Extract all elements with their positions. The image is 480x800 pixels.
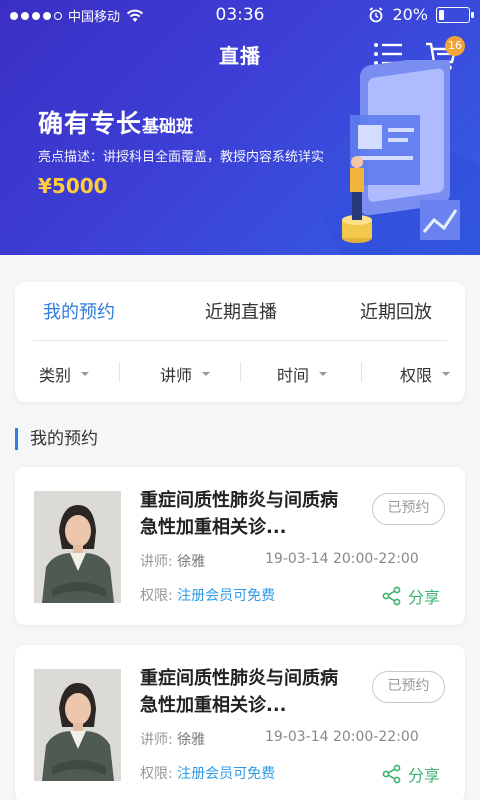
permission-value: 注册会员可免费 bbox=[177, 588, 276, 604]
banner-price: ¥5000 bbox=[38, 174, 108, 198]
course-time: 19-03-14 20:00-22:00 bbox=[265, 729, 419, 745]
filter-category[interactable]: 类别 bbox=[39, 362, 90, 386]
course-title: 重症间质性肺炎与间质病急性加重相关诊... bbox=[140, 668, 338, 716]
teacher-name: 徐雅 bbox=[177, 554, 206, 570]
battery-level bbox=[439, 9, 445, 20]
divider bbox=[240, 362, 241, 382]
share-label: 分享 bbox=[408, 766, 441, 785]
course-title: 重症间质性肺炎与间质病急性加重相关诊... bbox=[140, 490, 338, 538]
course-card[interactable]: 重症间质性肺炎与间质病急性加重相关诊... 已预约 讲师: 徐雅 19-03-1… bbox=[15, 467, 465, 625]
caret-down-icon bbox=[81, 372, 90, 376]
cart-count-badge: 16 bbox=[445, 36, 465, 56]
section-title: 我的预约 bbox=[15, 428, 98, 450]
alarm-icon bbox=[369, 6, 383, 22]
banner-title: 确有专长基础班 bbox=[38, 104, 193, 140]
filter-teacher-label: 讲师 bbox=[160, 366, 193, 385]
caret-down-icon bbox=[202, 372, 211, 376]
divider bbox=[33, 340, 447, 341]
permission-info: 权限: 注册会员可免费 bbox=[140, 763, 275, 783]
battery-icon bbox=[436, 6, 474, 23]
permission-value: 注册会员可免费 bbox=[177, 766, 276, 782]
tab-bar: 我的预约 近期直播 近期回放 bbox=[15, 282, 465, 340]
caret-down-icon bbox=[319, 372, 328, 376]
banner-illustration bbox=[320, 60, 480, 255]
filter-teacher[interactable]: 讲师 bbox=[160, 362, 211, 386]
teacher-photo bbox=[34, 491, 121, 603]
teacher-label: 讲师: bbox=[140, 554, 173, 570]
share-icon bbox=[382, 764, 401, 784]
teacher-name: 徐雅 bbox=[177, 732, 206, 748]
reserved-button[interactable]: 已预约 bbox=[372, 671, 445, 703]
filter-bar: 类别 讲师 时间 权限 bbox=[15, 342, 465, 400]
banner-title-sub: 基础班 bbox=[142, 117, 194, 137]
tabs-card: 我的预约 近期直播 近期回放 类别 讲师 时间 权限 bbox=[15, 282, 465, 402]
status-right: 20% bbox=[368, 5, 474, 24]
banner-title-main: 确有专长 bbox=[38, 109, 143, 138]
permission-info: 权限: 注册会员可免费 bbox=[140, 585, 275, 605]
permission-label: 权限: bbox=[140, 766, 173, 782]
divider bbox=[119, 362, 120, 382]
share-button[interactable]: 分享 bbox=[382, 762, 440, 786]
divider bbox=[361, 362, 362, 382]
filter-time-label: 时间 bbox=[277, 366, 310, 385]
filter-permission-label: 权限 bbox=[400, 366, 433, 385]
reserved-button[interactable]: 已预约 bbox=[372, 493, 445, 525]
filter-category-label: 类别 bbox=[39, 366, 72, 385]
status-bar: 中国移动 03:36 20% bbox=[0, 0, 480, 32]
tab-recent-replay[interactable]: 近期回放 bbox=[360, 298, 432, 324]
course-time: 19-03-14 20:00-22:00 bbox=[265, 551, 419, 567]
caret-down-icon bbox=[442, 372, 451, 376]
filter-permission[interactable]: 权限 bbox=[400, 362, 451, 386]
battery-text: 20% bbox=[392, 5, 428, 24]
share-icon bbox=[382, 586, 401, 606]
share-button[interactable]: 分享 bbox=[382, 584, 440, 608]
teacher-info: 讲师: 徐雅 bbox=[140, 551, 205, 571]
teacher-label: 讲师: bbox=[140, 732, 173, 748]
permission-label: 权限: bbox=[140, 588, 173, 604]
banner-description: 亮点描述：讲授科目全面覆盖，教授内容系统详实 bbox=[38, 150, 325, 165]
share-label: 分享 bbox=[408, 588, 441, 607]
tab-recent-live[interactable]: 近期直播 bbox=[205, 298, 277, 324]
banner[interactable]: 中国移动 03:36 20% 直播 16 确有专长基础班 亮点描述：讲授科目全面… bbox=[0, 0, 480, 255]
teacher-info: 讲师: 徐雅 bbox=[140, 729, 205, 749]
filter-time[interactable]: 时间 bbox=[277, 362, 328, 386]
tab-my-reservations[interactable]: 我的预约 bbox=[43, 298, 115, 324]
course-card[interactable]: 重症间质性肺炎与间质病急性加重相关诊... 已预约 讲师: 徐雅 19-03-1… bbox=[15, 645, 465, 800]
teacher-photo bbox=[34, 669, 121, 781]
